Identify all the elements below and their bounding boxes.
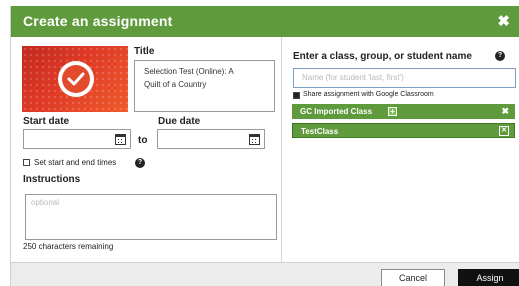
calendar-icon[interactable] [249, 134, 260, 145]
calendar-icon[interactable] [115, 134, 126, 145]
to-label: to [138, 135, 148, 146]
assignment-thumbnail [22, 46, 128, 112]
set-times-checkbox[interactable] [23, 159, 30, 166]
set-times-label: Set start and end times [34, 158, 117, 167]
instructions-label: Instructions [23, 174, 81, 185]
chip-label: TestClass [301, 127, 339, 136]
help-icon[interactable]: ? [495, 51, 505, 61]
close-icon[interactable]: ✖ [497, 12, 510, 30]
student-name-placeholder: Name (for student 'last, first') [302, 73, 404, 82]
due-date-label: Due date [158, 116, 201, 127]
chars-remaining-text: 250 characters remaining [23, 242, 114, 251]
checkmark-icon [67, 72, 85, 86]
start-date-input[interactable] [23, 129, 131, 149]
title-value-line2: Quilt of a Country [144, 80, 207, 89]
assign-button[interactable]: Assign [458, 269, 519, 286]
instructions-placeholder: optional [31, 198, 60, 207]
google-classroom-icon: + [388, 107, 397, 116]
create-assignment-dialog: Create an assignment ✖ Title Selection T… [10, 6, 519, 286]
title-field[interactable]: Selection Test (Online): A Quilt of a Co… [134, 60, 275, 112]
share-google-classroom-label: Share assignment with Google Classroom [303, 91, 434, 98]
due-date-input[interactable] [157, 129, 265, 149]
title-value-line1: Selection Test (Online): A [144, 67, 234, 76]
cancel-button[interactable]: Cancel [381, 269, 445, 286]
title-label: Title [134, 46, 155, 57]
assign-to-label: Enter a class, group, or student name [293, 51, 472, 62]
column-divider [281, 37, 282, 262]
instructions-textarea[interactable]: optional [25, 194, 277, 240]
start-date-label: Start date [23, 116, 70, 127]
selected-class-chip: GC Imported Class + ✖ [292, 104, 515, 119]
help-icon[interactable]: ? [135, 158, 145, 168]
selected-class-chip: TestClass ✕ [292, 123, 515, 138]
dialog-title: Create an assignment [23, 13, 173, 29]
student-name-input[interactable]: Name (for student 'last, first') [293, 68, 516, 88]
remove-chip-icon[interactable]: ✕ [499, 126, 509, 136]
chip-label: GC Imported Class [300, 107, 373, 116]
remove-chip-icon[interactable]: ✖ [501, 106, 509, 117]
dialog-header: Create an assignment ✖ [11, 6, 519, 37]
share-google-classroom-checkbox[interactable] [293, 92, 300, 99]
